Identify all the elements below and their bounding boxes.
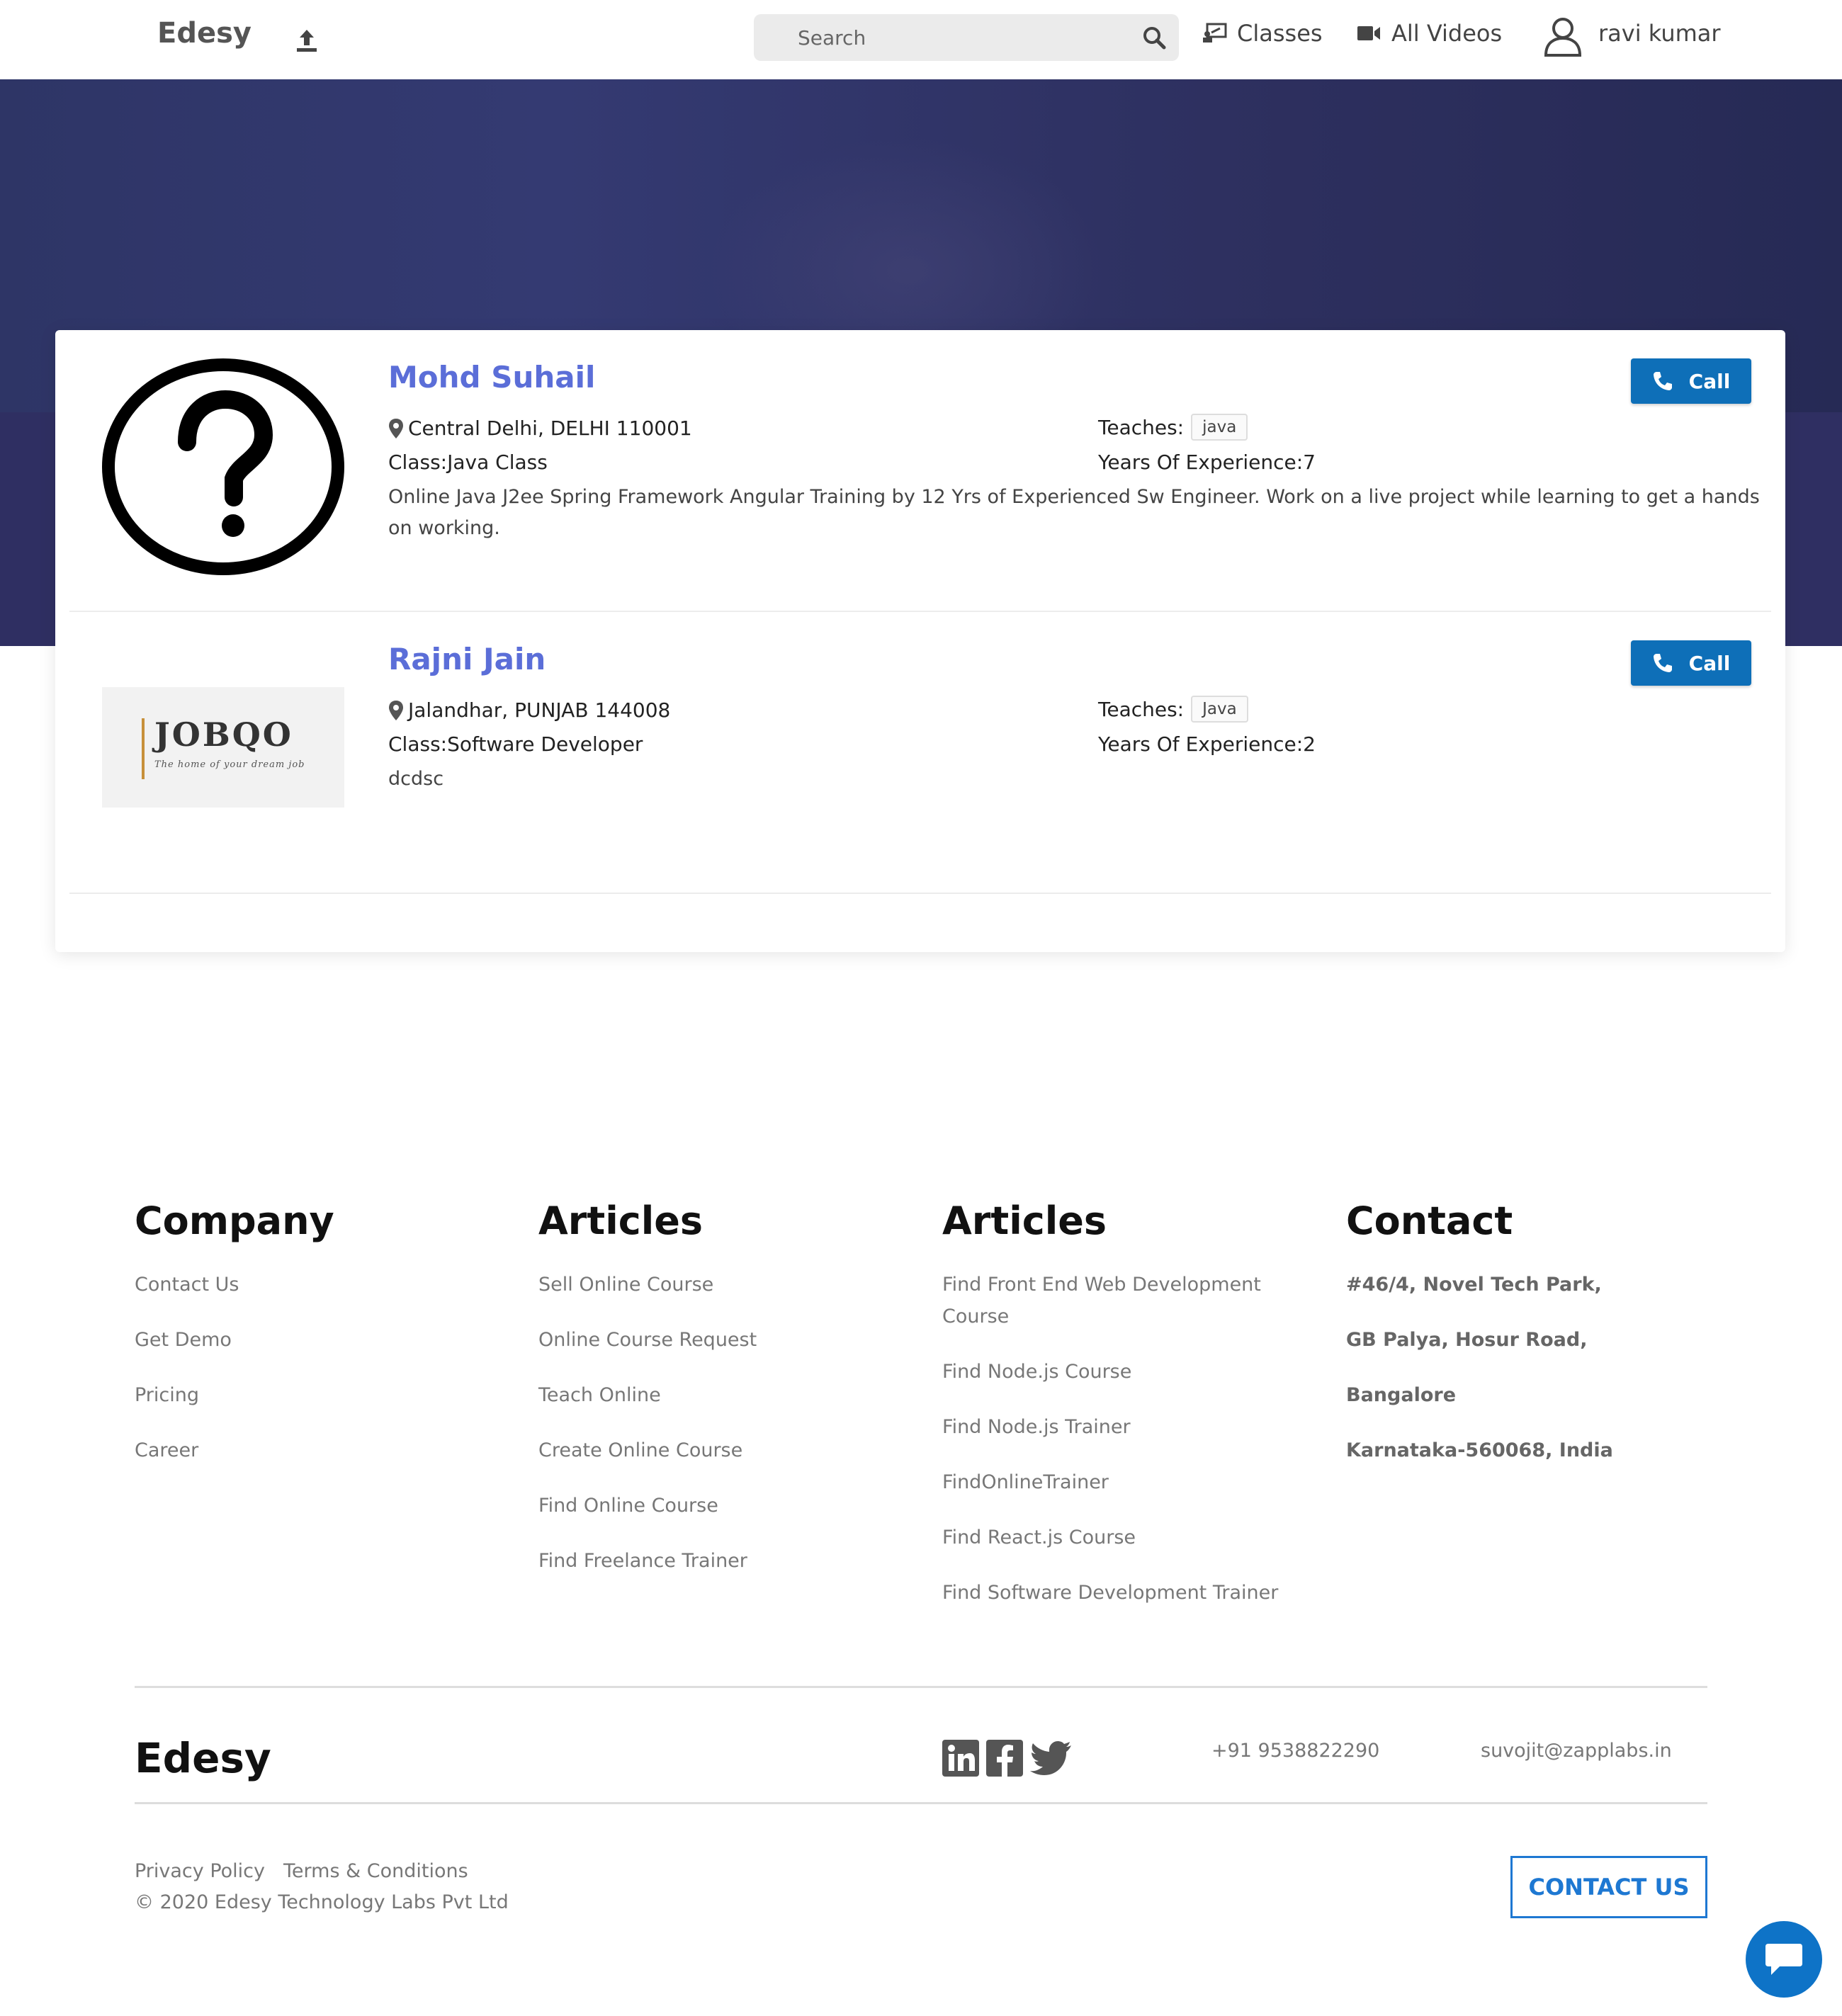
question-mark-avatar [102, 358, 344, 575]
footer-link[interactable]: Find Online Course [538, 1490, 757, 1522]
search-box[interactable] [754, 14, 1179, 61]
terms-link[interactable]: Terms & Conditions [283, 1860, 468, 1882]
nav-classes-label: Classes [1237, 20, 1323, 47]
call-button[interactable]: Call [1631, 640, 1751, 686]
tutor-teaches: Teaches: java [1098, 414, 1248, 441]
call-button-label: Call [1688, 369, 1731, 393]
tutor-experience: Years Of Experience:2 [1098, 732, 1316, 756]
address-line: #46/4, Novel Tech Park, [1346, 1269, 1613, 1301]
footer-divider [135, 1686, 1707, 1688]
footer-heading: Company [135, 1199, 334, 1243]
twitter-icon[interactable] [1030, 1740, 1073, 1777]
tutor-row: JOBQO The home of your dream job Rajni J… [69, 612, 1771, 894]
search-icon[interactable] [1142, 26, 1166, 50]
tutor-location-text: Central Delhi, DELHI 110001 [408, 417, 692, 440]
tutor-list-card: Mohd Suhail Central Delhi, DELHI 110001 … [55, 330, 1785, 952]
nav-all-videos[interactable]: All Videos [1356, 20, 1502, 47]
tutor-class: Class:Software Developer [388, 732, 643, 756]
map-pin-icon [389, 418, 403, 438]
address-bold: Novel Tech Park, [1423, 1274, 1602, 1296]
tutor-name[interactable]: Mohd Suhail [388, 360, 595, 395]
phone-icon [1653, 654, 1672, 672]
footer-link[interactable]: Find Front End Web Development Course [942, 1269, 1282, 1332]
teaches-tag: java [1191, 414, 1248, 441]
teaches-label: Teaches: [1098, 415, 1185, 439]
footer-articles-column: Articles Sell Online Course Online Cours… [538, 1199, 757, 1600]
tutor-class: Class:Java Class [388, 451, 548, 474]
call-button[interactable]: Call [1631, 358, 1751, 404]
footer-link[interactable]: Online Course Request [538, 1324, 757, 1356]
tutor-description: dcdsc [388, 768, 444, 790]
video-camera-icon [1357, 26, 1380, 40]
phone-icon [1653, 372, 1672, 390]
search-input[interactable] [754, 14, 1122, 61]
tutor-location: Jalandhar, PUNJAB 144008 [388, 698, 670, 722]
upload-icon[interactable] [295, 28, 319, 54]
tutor-description: Online Java J2ee Spring Framework Angula… [388, 486, 1760, 539]
jobqo-logo-title: JOBQO [154, 715, 293, 754]
linkedin-icon[interactable] [942, 1740, 979, 1777]
footer-link[interactable]: Find React.js Course [942, 1522, 1282, 1553]
footer-link[interactable]: FindOnlineTrainer [942, 1466, 1282, 1498]
footer-divider [135, 1802, 1707, 1804]
nav-all-videos-label: All Videos [1391, 20, 1503, 47]
footer-link[interactable]: Sell Online Course [538, 1269, 757, 1301]
top-navbar: Edesy Classes All Videos ravi kumar [0, 0, 1842, 79]
teaches-label: Teaches: [1098, 697, 1185, 721]
footer-link[interactable]: Create Online Course [538, 1434, 757, 1466]
chat-bubble-icon [1765, 1944, 1802, 1975]
footer-link[interactable]: Find Node.js Trainer [942, 1411, 1282, 1443]
address-prefix: #46/4, [1346, 1274, 1423, 1296]
footer-contact-column: Contact #46/4, Novel Tech Park, GB Palya… [1346, 1199, 1613, 1490]
chat-widget-button[interactable] [1746, 1921, 1822, 1998]
classroom-icon [1203, 23, 1227, 43]
tutor-row: Mohd Suhail Central Delhi, DELHI 110001 … [69, 330, 1771, 612]
user-name[interactable]: ravi kumar [1598, 20, 1721, 47]
call-button-label: Call [1688, 651, 1731, 675]
facebook-icon[interactable] [986, 1740, 1023, 1777]
tutor-teaches: Teaches: Java [1098, 696, 1248, 723]
privacy-policy-link[interactable]: Privacy Policy [135, 1860, 265, 1882]
footer-phone[interactable]: +91 9538822290 [1211, 1740, 1379, 1762]
footer-email[interactable]: suvojit@zapplabs.in [1481, 1740, 1672, 1762]
tutor-location-text: Jalandhar, PUNJAB 144008 [408, 698, 671, 722]
footer-link[interactable]: Find Node.js Course [942, 1356, 1282, 1388]
footer-company-column: Company Contact Us Get Demo Pricing Care… [135, 1199, 334, 1490]
footer-link[interactable]: Career [135, 1434, 334, 1466]
footer-articles-column-2: Articles Find Front End Web Development … [942, 1199, 1282, 1632]
contact-us-button[interactable]: CONTACT US [1510, 1856, 1707, 1918]
footer-link[interactable]: Find Freelance Trainer [538, 1545, 757, 1577]
nav-classes[interactable]: Classes [1202, 20, 1323, 47]
footer-link[interactable]: Find Software Development Trainer [942, 1577, 1282, 1609]
brand-logo[interactable]: Edesy [157, 17, 252, 50]
footer-link[interactable]: Contact Us [135, 1269, 334, 1301]
copyright-text: © 2020 Edesy Technology Labs Pvt Ltd [135, 1891, 509, 1913]
address-line: Karnataka-560068, India [1346, 1439, 1613, 1461]
footer-heading: Articles [538, 1199, 704, 1243]
address-city: Bangalore [1346, 1384, 1456, 1406]
jobqo-logo: JOBQO The home of your dream job [102, 687, 344, 808]
footer-link[interactable]: Get Demo [135, 1324, 334, 1356]
footer-link[interactable]: Teach Online [538, 1379, 757, 1411]
tutor-experience: Years Of Experience:7 [1098, 451, 1316, 474]
jobqo-logo-tagline: The home of your dream job [154, 759, 305, 770]
tutor-location: Central Delhi, DELHI 110001 [388, 417, 692, 440]
teaches-tag: Java [1191, 696, 1248, 723]
address-line: GB Palya, Hosur Road, [1346, 1329, 1588, 1351]
footer-brand: Edesy [135, 1734, 271, 1782]
footer-heading: Articles [942, 1199, 1107, 1243]
user-icon[interactable] [1543, 16, 1583, 57]
tutor-name[interactable]: Rajni Jain [388, 642, 546, 676]
map-pin-icon [389, 700, 403, 720]
footer-link[interactable]: Pricing [135, 1379, 334, 1411]
footer-heading: Contact [1346, 1199, 1513, 1243]
